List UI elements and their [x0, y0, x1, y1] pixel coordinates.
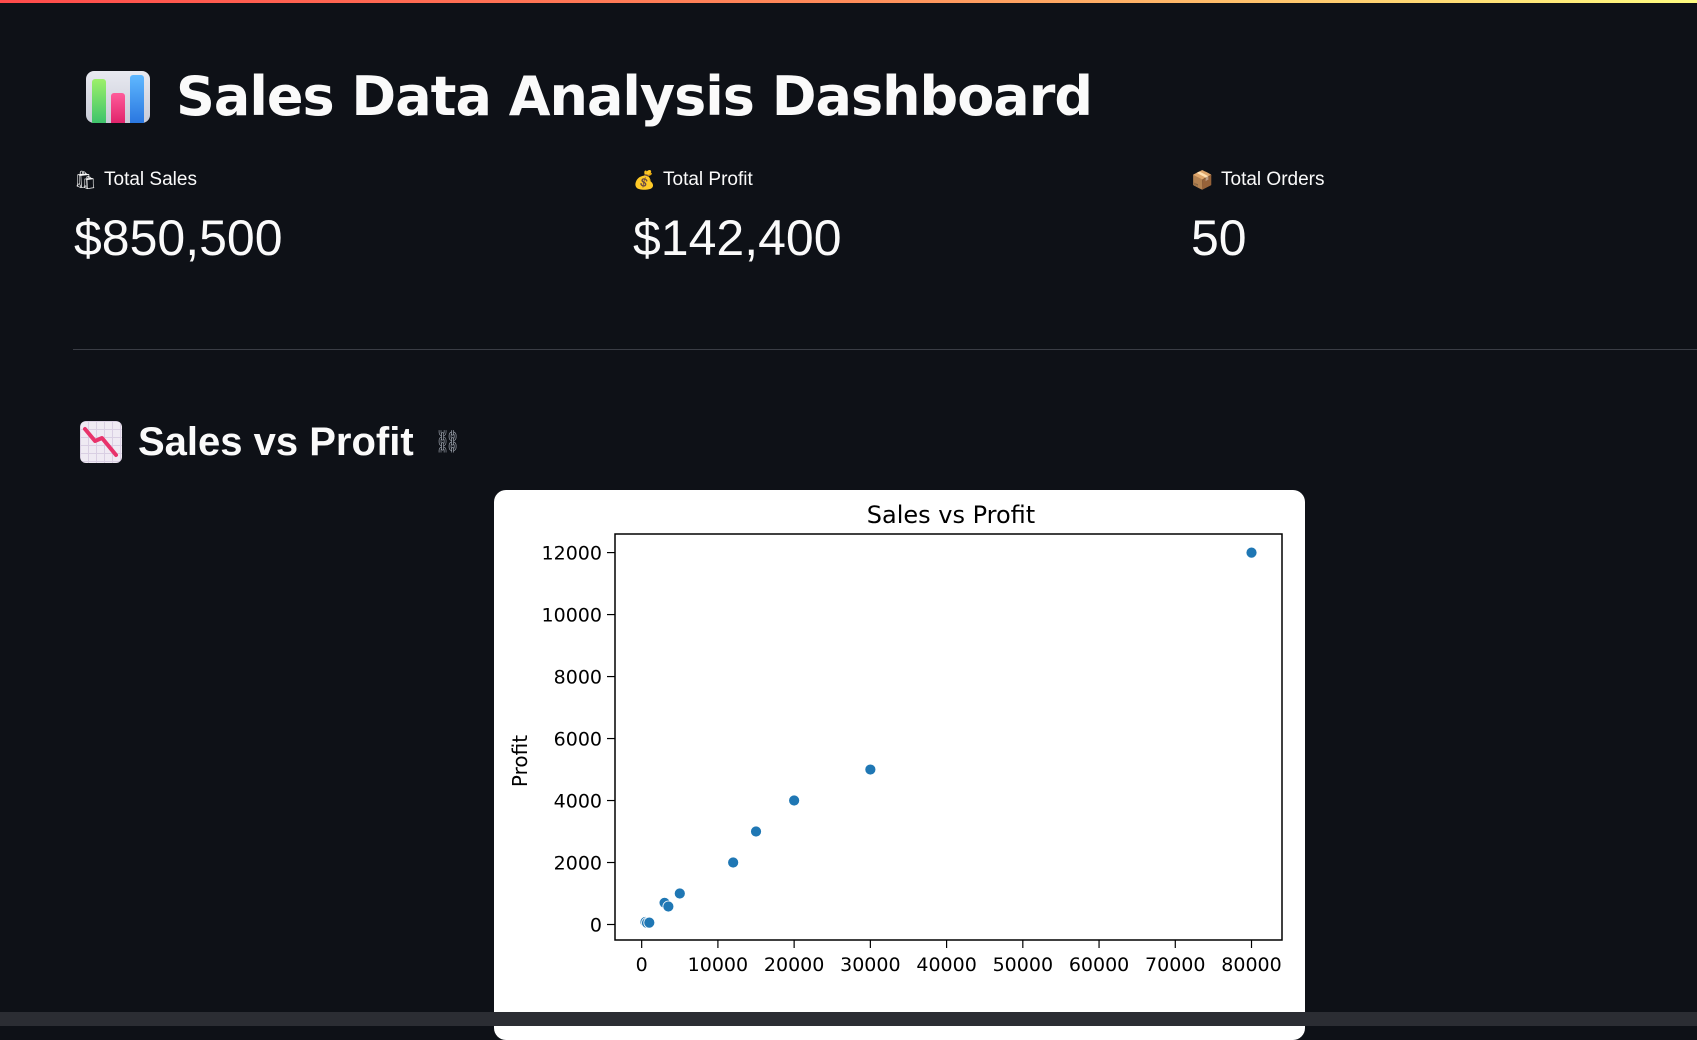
y-tick-label: 8000 [554, 667, 602, 689]
scatter-point [643, 916, 656, 929]
x-tick-label: 50000 [993, 954, 1053, 976]
metric-total-sales: 🛍 Total Sales $850,500 [74, 166, 283, 266]
scatter-point [788, 794, 801, 807]
chart-decreasing-icon [80, 421, 122, 463]
y-tick-label: 4000 [554, 791, 602, 813]
scatter-point [750, 825, 762, 838]
metric-label: Total Profit [663, 169, 753, 190]
metric-label: Total Orders [1221, 169, 1325, 190]
metric-label: Total Sales [104, 169, 197, 190]
page-title-row: Sales Data Analysis Dashboard [86, 62, 1093, 132]
metric-value: $142,400 [633, 210, 842, 266]
x-tick-label: 0 [636, 954, 648, 976]
metric-total-orders: 📦 Total Orders 50 [1191, 166, 1324, 266]
link-icon[interactable]: ⛓ [434, 429, 462, 455]
section-header: Sales vs Profit ⛓ [80, 416, 462, 468]
x-tick-label: 60000 [1069, 954, 1129, 976]
plot-area [614, 533, 1283, 941]
chart-card: Sales vs Profit Profit 0 2000 4000 6000 8000… [494, 490, 1305, 1040]
scatter-point [673, 887, 686, 900]
x-tick-label: 30000 [840, 954, 900, 976]
y-tick-label: 0 [590, 915, 602, 937]
metric-total-profit: 💰 Total Profit $142,400 [633, 166, 842, 266]
metric-value: $850,500 [74, 210, 283, 266]
x-tick-label: 80000 [1221, 954, 1281, 976]
scatter-points [639, 546, 1258, 929]
y-tick-label: 6000 [554, 729, 602, 751]
chart-ylabel: Profit [508, 735, 532, 787]
page-title: Sales Data Analysis Dashboard [176, 65, 1093, 128]
y-axis: 0 2000 4000 6000 8000 10000 12000 [542, 543, 615, 937]
top-decoration-stripe [0, 0, 1697, 3]
scatter-point [727, 856, 740, 869]
x-tick-label: 40000 [916, 954, 976, 976]
y-tick-label: 12000 [542, 543, 602, 565]
scatter-point [864, 763, 877, 776]
chart-title: Sales vs Profit [867, 501, 1035, 529]
section-title: Sales vs Profit [138, 419, 414, 464]
metric-value: 50 [1191, 210, 1247, 266]
x-axis: 0 10000 20000 30000 40000 50000 60000 70000 8000… [636, 940, 1282, 976]
bar-chart-icon [86, 71, 150, 123]
bottom-scrollbar-area [0, 1012, 1697, 1026]
package-icon: 📦 [1191, 169, 1214, 190]
scatter-point [662, 900, 675, 913]
x-tick-label: 70000 [1145, 954, 1205, 976]
section-divider [73, 349, 1697, 350]
x-tick-label: 20000 [764, 954, 824, 976]
money-bag-icon: 💰 [633, 169, 656, 190]
y-tick-label: 10000 [542, 605, 602, 627]
scatter-chart: Sales vs Profit Profit 0 2000 4000 6000 8000… [508, 501, 1283, 976]
scatter-point [1245, 546, 1258, 559]
x-tick-label: 10000 [688, 954, 748, 976]
y-tick-label: 2000 [554, 853, 602, 875]
shopping-bags-icon: 🛍 [74, 169, 97, 190]
